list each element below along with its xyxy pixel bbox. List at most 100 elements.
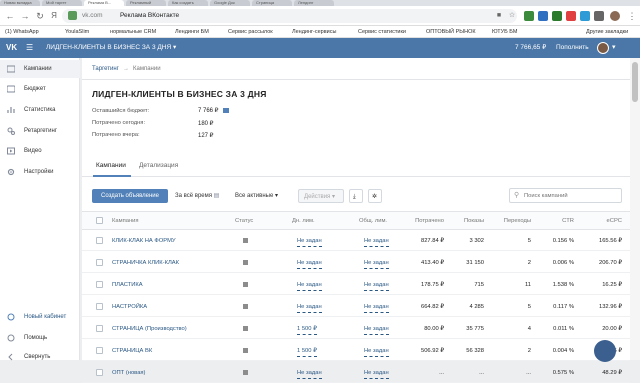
- bookmark-item[interactable]: Лендинг-сервисы: [292, 26, 336, 37]
- column-header[interactable]: Потрачено: [400, 212, 444, 230]
- sidebar-item-new-cabinet[interactable]: Новый кабинет: [0, 308, 80, 326]
- table-row[interactable]: СТРАНИЧКА КЛИК-КЛАК Не задан Не задан 413.4…: [82, 253, 630, 273]
- row-checkbox[interactable]: [96, 325, 103, 332]
- table-row[interactable]: ПЛАСТИКА Не задан Не задан 178.75 ₽ 715 11 1.5…: [82, 275, 630, 295]
- row-checkbox[interactable]: [96, 281, 103, 288]
- status-paused-icon[interactable]: [243, 260, 248, 265]
- status-paused-icon[interactable]: [243, 326, 248, 331]
- bookmark-item[interactable]: ОПТОВЫЙ РЫНОК: [426, 26, 476, 37]
- extension-icon[interactable]: [538, 11, 548, 21]
- status-paused-icon[interactable]: [243, 348, 248, 353]
- campaign-name[interactable]: СТРАНИЦА (Производство): [112, 319, 187, 339]
- status-paused-icon[interactable]: [243, 282, 248, 287]
- bookmark-item[interactable]: ЮТУБ БМ: [492, 26, 517, 37]
- campaign-name[interactable]: НАСТРОЙКА: [112, 297, 147, 317]
- bookmark-item[interactable]: (1) WhatsApp: [5, 26, 39, 37]
- row-checkbox[interactable]: [96, 347, 103, 354]
- extension-icon[interactable]: [594, 11, 604, 21]
- total-limit[interactable]: Не задан: [364, 237, 389, 247]
- column-header[interactable]: Переходы: [490, 212, 531, 230]
- profile-icon[interactable]: [610, 11, 620, 21]
- vk-logo[interactable]: VK: [6, 42, 19, 54]
- bookmark-item[interactable]: Сервис рассылок: [228, 26, 273, 37]
- cabinet-selector[interactable]: ЛИДГЕН-КЛИЕНТЫ В БИЗНЕС ЗА 3 ДНЯ ▾: [46, 38, 176, 58]
- download-icon[interactable]: ⤓: [349, 189, 363, 203]
- avatar[interactable]: [597, 42, 609, 54]
- yandex-icon[interactable]: Я: [48, 10, 60, 22]
- total-limit[interactable]: Не задан: [364, 281, 389, 291]
- extension-icon[interactable]: [566, 11, 576, 21]
- wallet-icon[interactable]: [223, 107, 230, 113]
- scrollbar[interactable]: [630, 58, 640, 360]
- column-header[interactable]: Статус: [235, 212, 253, 230]
- day-limit[interactable]: Не задан: [297, 259, 322, 269]
- status-paused-icon[interactable]: [243, 238, 248, 243]
- column-header[interactable]: Показы: [450, 212, 484, 230]
- total-limit[interactable]: Не задан: [364, 325, 389, 335]
- reload-icon[interactable]: ↻: [34, 10, 46, 22]
- sidebar-item-stats[interactable]: Статистика: [0, 101, 80, 119]
- row-checkbox[interactable]: [96, 237, 103, 244]
- total-limit[interactable]: Не задан: [364, 347, 389, 357]
- back-icon[interactable]: ←: [4, 10, 16, 22]
- sidebar-item-budget[interactable]: Бюджет: [0, 80, 80, 98]
- table-row[interactable]: СТРАНИЦА (Производство) 1 500 ₽ Не задан 80…: [82, 319, 630, 339]
- total-limit[interactable]: Не задан: [364, 259, 389, 269]
- row-checkbox[interactable]: [96, 303, 103, 310]
- forward-icon[interactable]: →: [19, 10, 31, 22]
- bookmark-icon[interactable]: ■: [493, 10, 505, 22]
- bookmark-item[interactable]: YoulaSlim: [65, 26, 89, 37]
- sidebar-item-help[interactable]: Помощь: [0, 329, 80, 347]
- column-header[interactable]: Общ. лим.: [359, 212, 387, 230]
- row-checkbox[interactable]: [96, 369, 103, 376]
- tab-details[interactable]: Детализация: [139, 155, 178, 177]
- table-row[interactable]: КЛИК-КЛАК НА ФОРМУ Не задан Не задан 827.84…: [82, 231, 630, 251]
- sidebar-item-video[interactable]: Видео: [0, 142, 80, 160]
- total-limit[interactable]: Не задан: [364, 369, 389, 379]
- table-row[interactable]: СТРАНИЦА ВК 1 500 ₽ Не задан 506.92 ₽ 56 328…: [82, 341, 630, 361]
- day-limit[interactable]: Не задан: [297, 303, 322, 313]
- campaign-name[interactable]: ОПТ (новая): [112, 363, 146, 383]
- day-limit[interactable]: Не задан: [297, 281, 322, 291]
- campaign-name[interactable]: СТРАНИЦА ВК: [112, 341, 152, 361]
- star-icon[interactable]: ☆: [506, 10, 518, 22]
- table-row[interactable]: ОПТ (новая) Не задан Не задан......... 0.57…: [82, 363, 630, 383]
- day-limit[interactable]: 1 500 ₽: [297, 325, 317, 335]
- campaign-name[interactable]: КЛИК-КЛАК НА ФОРМУ: [112, 231, 176, 251]
- sidebar-item-retarget[interactable]: Ретаргетинг: [0, 122, 80, 140]
- bookmark-item[interactable]: Лендинги БМ: [175, 26, 209, 37]
- tab-campaigns[interactable]: Кампании: [96, 155, 126, 177]
- scrollbar-thumb[interactable]: [632, 62, 638, 102]
- status-paused-icon[interactable]: [243, 370, 248, 375]
- sidebar-item-collapse[interactable]: Свернуть: [0, 348, 80, 366]
- column-header[interactable]: eCPC: [580, 212, 622, 230]
- sidebar-item-campaigns[interactable]: Кампании: [0, 60, 80, 78]
- column-header[interactable]: CTR: [537, 212, 574, 230]
- row-checkbox[interactable]: [96, 259, 103, 266]
- period-selector[interactable]: За всё время ▤: [170, 189, 228, 203]
- actions-dropdown[interactable]: Действия ▾: [298, 189, 344, 203]
- campaign-name[interactable]: СТРАНИЧКА КЛИК-КЛАК: [112, 253, 179, 273]
- day-limit[interactable]: 1 500 ₽: [297, 347, 317, 357]
- sidebar-item-settings[interactable]: Настройки: [0, 163, 80, 181]
- status-paused-icon[interactable]: [243, 304, 248, 309]
- gear-icon[interactable]: ✲: [368, 189, 382, 203]
- column-header[interactable]: Кампания: [112, 212, 139, 230]
- help-bubble-button[interactable]: [594, 340, 616, 362]
- day-limit[interactable]: Не задан: [297, 237, 322, 247]
- status-filter[interactable]: Все активные ▾: [230, 189, 292, 203]
- column-header[interactable]: Дн. лим.: [292, 212, 315, 230]
- bookmark-item[interactable]: нормальные CRM: [110, 26, 156, 37]
- menu-dots-icon[interactable]: ⋮: [626, 10, 638, 22]
- create-ad-button[interactable]: Создать объявление: [92, 189, 168, 203]
- total-limit[interactable]: Не задан: [364, 303, 389, 313]
- extension-icon[interactable]: [552, 11, 562, 21]
- day-limit[interactable]: Не задан: [297, 369, 322, 379]
- campaign-name[interactable]: ПЛАСТИКА: [112, 275, 143, 295]
- extension-icon[interactable]: [524, 11, 534, 21]
- search-input[interactable]: [524, 191, 618, 201]
- topup-link[interactable]: Пополнить: [556, 38, 589, 58]
- menu-icon[interactable]: ☰: [26, 43, 33, 53]
- chevron-down-icon[interactable]: ▾: [612, 38, 616, 58]
- bookmark-item[interactable]: Другие закладки: [586, 26, 628, 37]
